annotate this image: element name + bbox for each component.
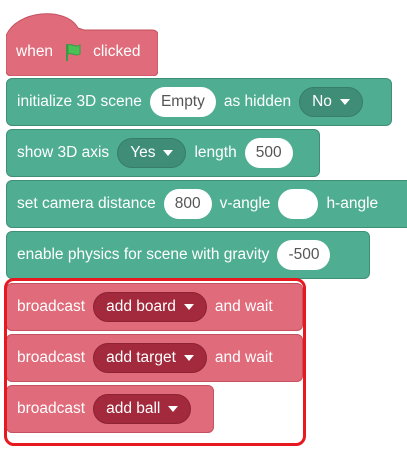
chevron-down-icon xyxy=(183,355,194,361)
camera-distance-label: set camera distance xyxy=(17,195,156,212)
chevron-down-icon xyxy=(168,406,179,412)
axis-visible-dropdown[interactable]: Yes xyxy=(117,138,187,168)
broadcast-add-ball-block[interactable]: broadcast add ball xyxy=(6,385,214,433)
camera-distance-input[interactable]: 800 xyxy=(163,189,212,219)
broadcast-label: broadcast xyxy=(17,298,86,315)
set-camera-distance-block[interactable]: set camera distance 800 v-angle h-angle xyxy=(6,180,407,228)
h-angle-label: h-angle xyxy=(326,195,379,212)
as-hidden-label: as hidden xyxy=(223,93,292,110)
message-dropdown-add-ball[interactable]: add ball xyxy=(93,394,192,424)
message-value: add ball xyxy=(106,400,161,417)
broadcast-add-board-block[interactable]: broadcast add board and wait xyxy=(6,283,303,331)
when-flag-clicked-block[interactable]: when clicked xyxy=(6,30,158,74)
length-label: length xyxy=(194,144,237,161)
enable-physics-block[interactable]: enable physics for scene with gravity -5… xyxy=(6,231,370,279)
and-wait-label: and wait xyxy=(214,349,273,366)
message-dropdown-add-target[interactable]: add target xyxy=(93,343,207,373)
scene-type-input[interactable]: Empty xyxy=(149,87,216,117)
clicked-label: clicked xyxy=(93,43,141,60)
v-angle-input[interactable] xyxy=(278,189,319,219)
message-value: add target xyxy=(106,349,176,366)
chevron-down-icon xyxy=(163,150,174,156)
initialize-3d-scene-block[interactable]: initialize 3D scene Empty as hidden No xyxy=(6,78,392,126)
chevron-down-icon xyxy=(339,99,350,105)
show-3d-axis-block[interactable]: show 3D axis Yes length 500 xyxy=(6,129,320,177)
message-dropdown-add-board[interactable]: add board xyxy=(93,292,207,322)
enable-physics-label: enable physics for scene with gravity xyxy=(17,246,270,263)
broadcast-label: broadcast xyxy=(17,349,86,366)
initialize-scene-label: initialize 3D scene xyxy=(17,93,142,110)
show-axis-label: show 3D axis xyxy=(17,144,110,161)
axis-visible-value: Yes xyxy=(130,144,156,161)
v-angle-label: v-angle xyxy=(219,195,271,212)
chevron-down-icon xyxy=(183,304,194,310)
when-label: when xyxy=(16,43,54,60)
axis-length-input[interactable]: 500 xyxy=(244,138,293,168)
hidden-dropdown-value: No xyxy=(312,93,332,110)
green-flag-icon xyxy=(66,44,81,61)
message-value: add board xyxy=(106,298,176,315)
and-wait-label: and wait xyxy=(214,298,273,315)
hidden-dropdown[interactable]: No xyxy=(299,87,363,117)
code-canvas: when clicked initialize 3D scene Empty a… xyxy=(0,0,407,455)
broadcast-label: broadcast xyxy=(17,400,86,417)
broadcast-add-target-block[interactable]: broadcast add target and wait xyxy=(6,334,303,382)
gravity-input[interactable]: -500 xyxy=(277,240,331,270)
